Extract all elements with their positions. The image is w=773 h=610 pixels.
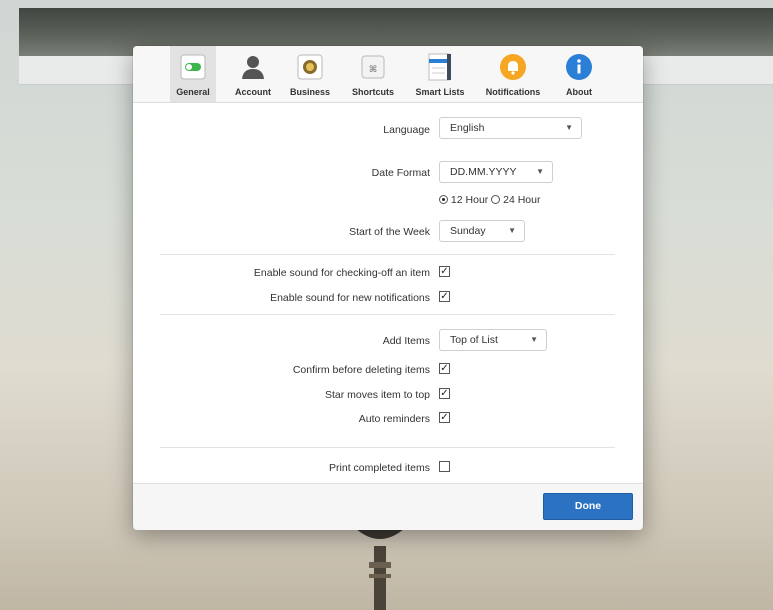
date-format-value: DD.MM.YYYY	[450, 166, 517, 178]
sound-check-checkbox[interactable]: ✓	[439, 266, 450, 277]
divider	[160, 447, 615, 448]
add-items-select[interactable]: Top of List ▼	[439, 329, 547, 351]
date-format-label: Date Format	[371, 167, 430, 179]
settings-tab-bar: General Account Business ⌘ Shortcuts Sma…	[133, 46, 643, 103]
svg-text:⌘: ⌘	[369, 65, 377, 75]
toggle-icon	[180, 54, 206, 80]
time-format-radio-group: 12 Hour 24 Hour	[439, 194, 540, 206]
star-moves-label: Star moves item to top	[324, 389, 430, 401]
dialog-footer: Done	[133, 483, 643, 530]
start-of-week-value: Sunday	[450, 225, 486, 237]
settings-dialog: General Account Business ⌘ Shortcuts Sma…	[133, 46, 643, 530]
tab-smart-lists[interactable]: Smart Lists	[411, 46, 469, 102]
label-24-hour: 24 Hour	[503, 194, 541, 206]
divider	[160, 254, 615, 255]
start-of-week-label: Start of the Week	[349, 226, 430, 238]
tab-notifications[interactable]: Notifications	[479, 46, 547, 102]
sound-notifications-label: Enable sound for new notifications	[270, 292, 430, 304]
print-completed-checkbox[interactable]	[439, 461, 450, 472]
tab-label: Shortcuts	[351, 87, 394, 97]
sound-check-label: Enable sound for checking-off an item	[253, 267, 430, 279]
info-icon	[566, 54, 592, 80]
language-label: Language	[383, 124, 430, 136]
tab-label: Business	[289, 87, 331, 97]
chevron-down-icon: ▼	[508, 226, 516, 235]
tab-general[interactable]: General	[170, 46, 216, 102]
person-icon	[242, 56, 264, 79]
command-key-icon: ⌘	[361, 55, 385, 79]
tab-shortcuts[interactable]: ⌘ Shortcuts	[347, 46, 399, 102]
confirm-delete-checkbox[interactable]: ✓	[439, 363, 450, 374]
tab-label: General	[176, 87, 210, 97]
star-moves-checkbox[interactable]: ✓	[439, 388, 450, 399]
tab-label: Smart Lists	[415, 87, 465, 97]
badge-icon	[297, 54, 323, 80]
radio-24-hour[interactable]	[491, 195, 501, 204]
chevron-down-icon: ▼	[565, 123, 573, 132]
date-format-select[interactable]: DD.MM.YYYY ▼	[439, 161, 553, 183]
language-select[interactable]: English ▼	[439, 117, 582, 139]
radio-12-hour[interactable]	[439, 195, 448, 204]
chevron-down-icon: ▼	[530, 335, 538, 344]
tv-tower-background	[355, 528, 405, 610]
confirm-delete-label: Confirm before deleting items	[292, 364, 430, 376]
add-items-label: Add Items	[382, 335, 430, 347]
add-items-value: Top of List	[450, 334, 498, 346]
list-icon	[428, 53, 451, 81]
tab-label: About	[566, 87, 592, 97]
auto-reminders-label: Auto reminders	[358, 413, 430, 425]
bell-icon	[500, 54, 526, 80]
print-completed-label: Print completed items	[329, 462, 430, 474]
tab-label: Notifications	[485, 87, 541, 97]
start-of-week-select[interactable]: Sunday ▼	[439, 220, 525, 242]
tab-label: Account	[235, 87, 271, 97]
divider	[160, 314, 615, 315]
auto-reminders-checkbox[interactable]: ✓	[439, 412, 450, 423]
tab-account[interactable]: Account	[230, 46, 276, 102]
tab-about[interactable]: About	[558, 46, 600, 102]
sound-notifications-checkbox[interactable]: ✓	[439, 291, 450, 302]
language-value: English	[450, 122, 485, 134]
chevron-down-icon: ▼	[536, 167, 544, 176]
done-button[interactable]: Done	[543, 493, 633, 520]
label-12-hour: 12 Hour	[450, 194, 489, 206]
tab-business[interactable]: Business	[286, 46, 334, 102]
